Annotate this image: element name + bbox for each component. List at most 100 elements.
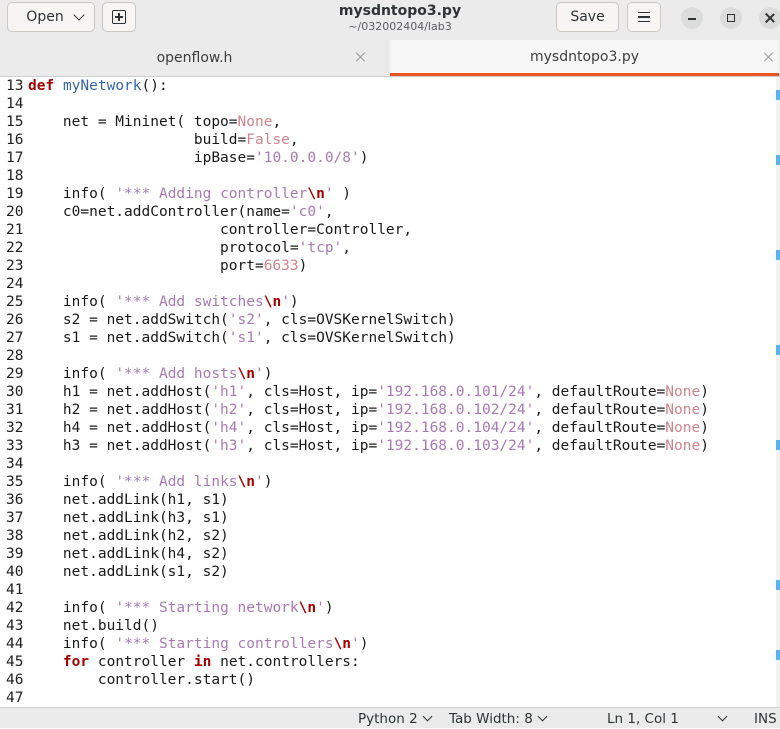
code-line[interactable]: 13 def myNetwork(): [0,77,168,95]
code-line[interactable]: 40 net.addLink(s1, s2) [0,563,229,581]
tab-bar: openflow.h mysdntopo3.py [0,40,780,77]
code-line[interactable]: 20 c0=net.addController(name='c0', [0,203,334,221]
code-token: 6633 [263,258,299,274]
code-line[interactable]: 30 h1 = net.addHost('h1', cls=Host, ip='… [0,383,709,401]
code-line[interactable]: 14 [0,95,28,113]
code-token: ' [316,600,325,616]
overview-scrollbar[interactable] [776,77,780,707]
close-window-button[interactable] [759,7,780,29]
code-token: '*** Starting network [115,600,299,616]
code-line[interactable]: 33 h3 = net.addHost('h3', cls=Host, ip='… [0,437,709,455]
line-number: 15 [6,114,24,130]
code-token: 'h4' [211,420,247,436]
tab-openflow-h[interactable]: openflow.h [0,40,389,76]
code-token: 's1' [228,330,264,346]
code-line[interactable]: 41 [0,581,28,599]
code-token: for [62,654,90,670]
line-number: 44 [6,636,24,652]
line-number: 41 [6,582,24,598]
code-line[interactable]: 22 protocol='tcp', [0,239,351,257]
open-button[interactable]: Open [7,2,95,32]
code-line[interactable]: 47 [0,689,28,707]
code-line[interactable]: 23 port=6633) [0,257,307,275]
code-line[interactable]: 18 [0,167,28,185]
code-line[interactable]: 19 info( '*** Adding controller\n' ) [0,185,351,203]
line-number: 18 [6,168,24,184]
code-line[interactable]: 26 s2 = net.addSwitch('s2', cls=OVSKerne… [0,311,456,329]
code-token: h1 = net.addHost( [28,384,212,400]
code-line[interactable]: 32 h4 = net.addHost('h4', cls=Host, ip='… [0,419,709,437]
minimize-button[interactable] [681,7,703,29]
code-token: , cls=OVSKernelSwitch) [263,330,456,346]
tab-close-icon[interactable] [355,51,367,63]
code-token: ) [359,636,369,652]
code-token: 'c0' [289,204,325,220]
code-token: info( [28,636,116,652]
code-token: port= [28,258,264,274]
code-token: net.build() [28,618,159,634]
code-token: '*** Add hosts [115,366,238,382]
code-text: net.addLink(s1, s2) [28,564,229,580]
code-token: s2 = net.addSwitch( [28,312,229,328]
new-tab-button[interactable] [102,2,136,32]
cursor-position[interactable]: Ln 1, Col 1 [607,709,728,729]
code-token: '192.168.0.104/24' [377,420,535,436]
tab-mysdntopo3-py[interactable]: mysdntopo3.py [390,40,779,76]
code-token: None [665,384,701,400]
code-token: \n [298,600,317,616]
code-line[interactable]: 25 info( '*** Add switches\n') [0,293,299,311]
insert-mode-indicator[interactable]: INS [754,709,777,729]
code-token: info( [28,366,116,382]
code-line[interactable]: 17 ipBase='10.0.0.0/8') [0,149,368,167]
line-number: 22 [6,240,24,256]
code-line[interactable]: 37 net.addLink(h3, s1) [0,509,229,527]
code-token: ' [351,636,360,652]
code-token: net.addLink(h3, s1) [28,510,229,526]
language-selector[interactable]: Python 2 [358,709,433,729]
code-line[interactable]: 21 controller=Controller, [0,221,412,239]
code-text: info( '*** Starting controllers\n') [28,636,369,652]
code-line[interactable]: 35 info( '*** Add links\n') [0,473,272,491]
code-line[interactable]: 29 info( '*** Add hosts\n') [0,365,272,383]
code-token: '192.168.0.103/24' [377,438,535,454]
code-line[interactable]: 31 h2 = net.addHost('h2', cls=Host, ip='… [0,401,709,419]
code-token: net.controllers: [211,654,360,670]
maximize-button[interactable] [720,7,742,29]
code-line[interactable]: 38 net.addLink(h2, s2) [0,527,229,545]
code-token: ) [700,438,709,454]
main-menu-button[interactable] [627,2,661,32]
code-line[interactable]: 34 [0,455,28,473]
tab-width-selector[interactable]: Tab Width: 8 [449,709,548,729]
code-line[interactable]: 39 net.addLink(h4, s2) [0,545,229,563]
status-bar: Python 2 Tab Width: 8 Ln 1, Col 1 INS [0,707,780,728]
code-text: info( '*** Add links\n') [28,474,273,490]
code-line[interactable]: 42 info( '*** Starting network\n') [0,599,334,617]
code-line[interactable]: 44 info( '*** Starting controllers\n') [0,635,369,653]
code-line[interactable]: 36 net.addLink(h1, s1) [0,491,229,509]
code-line[interactable]: 16 build=False, [0,131,299,149]
tab-width-label: Tab Width: 8 [449,711,533,727]
save-button[interactable]: Save [556,2,619,32]
code-editor[interactable]: 13 def myNetwork(): 14 15 net = Mininet( to… [0,77,776,707]
code-line[interactable]: 43 net.build() [0,617,159,635]
code-line[interactable]: 27 s1 = net.addSwitch('s1', cls=OVSKerne… [0,329,456,347]
code-token: '*** Add links [115,474,238,490]
line-number: 39 [6,546,24,562]
code-token: ' [281,294,290,310]
code-line[interactable]: 15 net = Mininet( topo=None, [0,113,281,131]
code-token: h4 = net.addHost( [28,420,212,436]
code-token: info( [28,474,116,490]
line-number: 29 [6,366,24,382]
code-line[interactable]: 24 [0,275,28,293]
code-line[interactable]: 45 for controller in net.controllers: [0,653,360,671]
tab-close-icon[interactable] [763,51,775,63]
code-line[interactable]: 46 controller.start() [0,671,255,689]
code-token: , [342,240,352,256]
overview-marker [776,440,780,450]
chevron-down-icon [717,711,728,722]
code-token: '192.168.0.101/24' [377,384,535,400]
code-token: s1 = net.addSwitch( [28,330,229,346]
code-line[interactable]: 28 [0,347,28,365]
code-text: info( '*** Add switches\n') [28,294,299,310]
